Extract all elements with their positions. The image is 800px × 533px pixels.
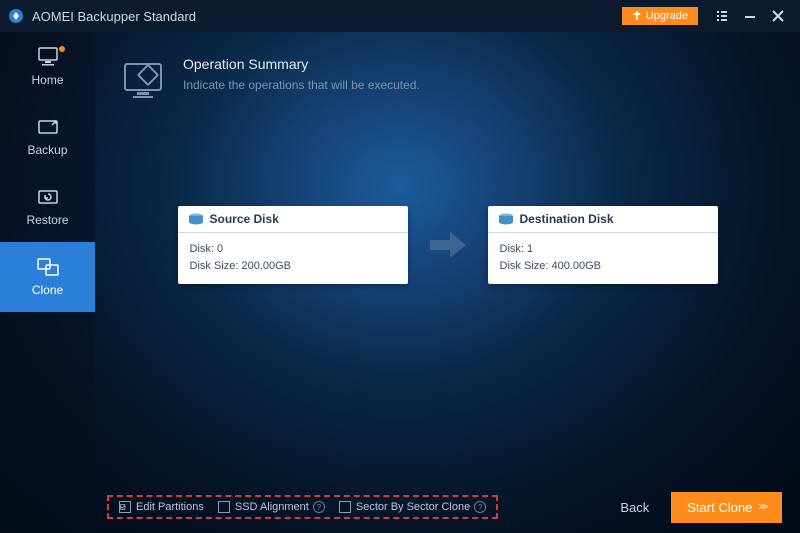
destination-disk-number: Disk: 1 — [500, 241, 706, 258]
destination-disk-title: Destination Disk — [520, 212, 614, 226]
titlebar: AOMEI Backupper Standard Upgrade — [0, 0, 800, 32]
source-disk-card[interactable]: Source Disk Disk: 0 Disk Size: 200.00GB — [178, 206, 408, 284]
summary-title: Operation Summary — [183, 56, 420, 72]
destination-disk-size: Disk Size: 400.00GB — [500, 258, 706, 275]
window-body: Home Backup Restore Clone Operatio — [0, 32, 800, 533]
options-group: Edit Partitions SSD Alignment ? Sector B… — [107, 495, 498, 519]
source-disk-number: Disk: 0 — [190, 241, 396, 258]
upgrade-button[interactable]: Upgrade — [622, 7, 698, 25]
edit-partitions-label: Edit Partitions — [136, 501, 204, 513]
start-clone-button[interactable]: Start Clone >> — [671, 492, 782, 523]
checkbox-empty-icon — [218, 501, 230, 513]
disk-row: Source Disk Disk: 0 Disk Size: 200.00GB … — [95, 206, 800, 284]
back-button[interactable]: Back — [620, 500, 649, 515]
minimize-icon — [744, 10, 756, 22]
sidebar-item-clone[interactable]: Clone — [0, 242, 95, 312]
source-disk-header: Source Disk — [178, 206, 408, 233]
sidebar-label: Restore — [26, 213, 68, 227]
monitor-icon — [36, 47, 60, 67]
close-button[interactable] — [764, 2, 792, 30]
summary-text: Operation Summary Indicate the operation… — [183, 56, 420, 104]
minimize-button[interactable] — [736, 2, 764, 30]
source-disk-title: Source Disk — [210, 212, 279, 226]
upgrade-arrow-icon — [632, 11, 642, 21]
sidebar-item-restore[interactable]: Restore — [0, 172, 95, 242]
ssd-alignment-option[interactable]: SSD Alignment ? — [218, 501, 325, 513]
ssd-alignment-label: SSD Alignment — [235, 501, 309, 513]
app-logo-icon — [8, 8, 24, 24]
sidebar-item-backup[interactable]: Backup — [0, 102, 95, 172]
app-window: AOMEI Backupper Standard Upgrade Home Ba… — [0, 0, 800, 533]
checkbox-checked-icon — [119, 501, 131, 513]
clone-icon — [36, 257, 60, 277]
chevron-right-icon: >> — [758, 502, 766, 513]
help-icon[interactable]: ? — [474, 501, 486, 513]
help-icon[interactable]: ? — [313, 501, 325, 513]
menu-button[interactable] — [708, 2, 736, 30]
source-disk-size: Disk Size: 200.00GB — [190, 258, 396, 275]
close-icon — [772, 10, 784, 22]
disk-icon — [498, 213, 514, 225]
sidebar: Home Backup Restore Clone — [0, 32, 95, 533]
summary-subtitle: Indicate the operations that will be exe… — [183, 78, 420, 92]
source-disk-body: Disk: 0 Disk Size: 200.00GB — [178, 233, 408, 284]
operation-summary: Operation Summary Indicate the operation… — [95, 32, 800, 116]
backup-icon — [36, 117, 60, 137]
footer: Edit Partitions SSD Alignment ? Sector B… — [95, 481, 800, 533]
sector-by-sector-option[interactable]: Sector By Sector Clone ? — [339, 501, 486, 513]
edit-partitions-option[interactable]: Edit Partitions — [119, 501, 204, 513]
checkbox-empty-icon — [339, 501, 351, 513]
sidebar-label: Home — [31, 73, 63, 87]
arrow-icon — [426, 223, 470, 267]
restore-icon — [36, 187, 60, 207]
upgrade-label: Upgrade — [646, 10, 688, 22]
summary-disk-icon — [119, 56, 167, 104]
destination-disk-body: Disk: 1 Disk Size: 400.00GB — [488, 233, 718, 284]
destination-disk-card[interactable]: Destination Disk Disk: 1 Disk Size: 400.… — [488, 206, 718, 284]
app-title: AOMEI Backupper Standard — [32, 9, 622, 24]
start-clone-label: Start Clone — [687, 500, 752, 515]
sidebar-item-home[interactable]: Home — [0, 32, 95, 102]
disk-icon — [188, 213, 204, 225]
main-area: Operation Summary Indicate the operation… — [95, 32, 800, 533]
sidebar-label: Backup — [27, 143, 67, 157]
sector-by-sector-label: Sector By Sector Clone — [356, 501, 470, 513]
menu-list-icon — [715, 9, 729, 23]
sidebar-label: Clone — [32, 283, 63, 297]
destination-disk-header: Destination Disk — [488, 206, 718, 233]
